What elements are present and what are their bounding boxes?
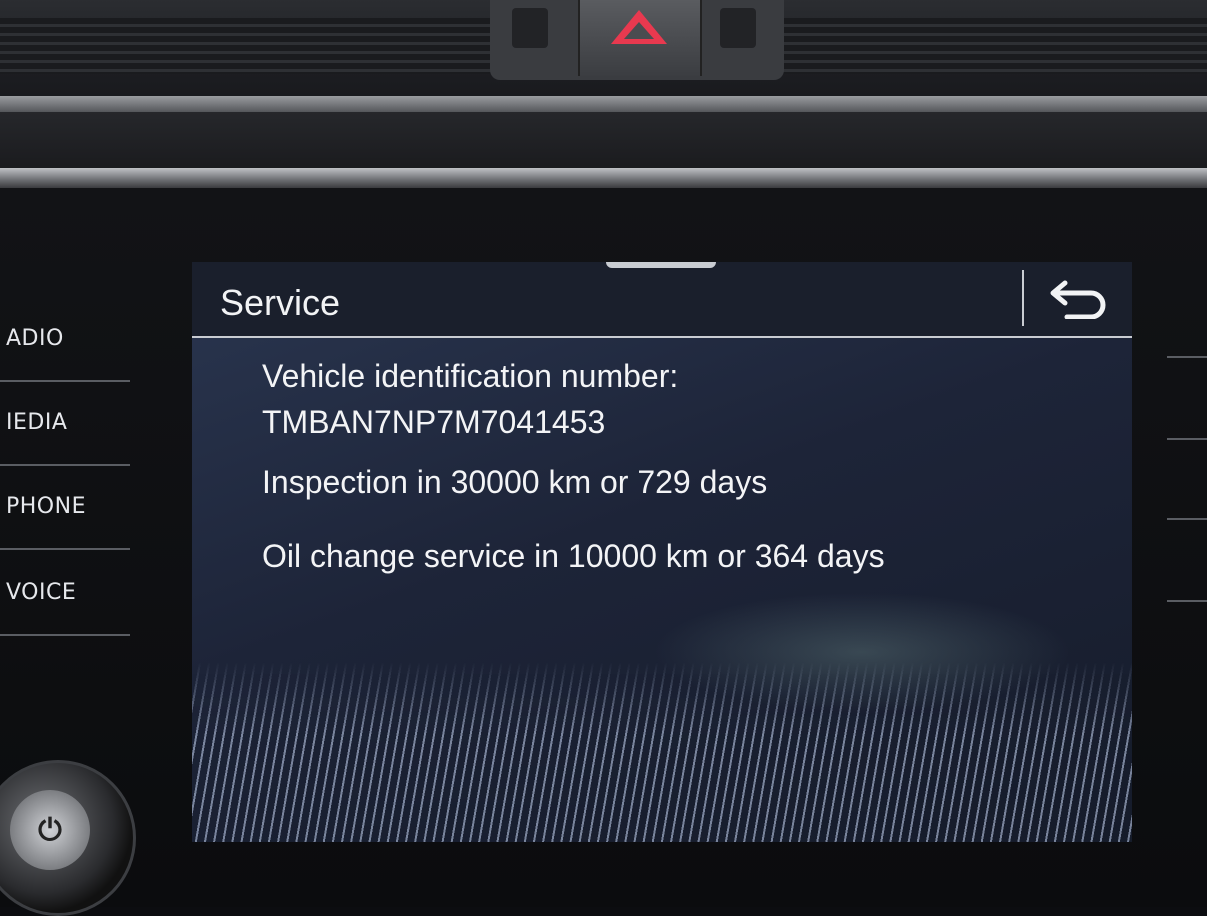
- page-title: Service: [220, 282, 341, 323]
- trim-strip: [0, 96, 1207, 112]
- vin-value: TMBAN7NP7M7041453: [262, 404, 606, 440]
- vin-label: Vehicle identification number:: [262, 358, 679, 394]
- side-button-label: ADIO: [6, 325, 64, 351]
- inspection-status: Inspection in 30000 km or 729 days: [262, 464, 768, 500]
- background-wave-pattern: [192, 662, 1132, 842]
- side-button-voice[interactable]: VOICE: [0, 550, 130, 636]
- vent-control-right[interactable]: [720, 8, 756, 48]
- pull-down-handle[interactable]: [606, 262, 716, 268]
- side-button-label: PHONE: [6, 493, 86, 519]
- right-side-button[interactable]: [1167, 438, 1207, 440]
- back-button[interactable]: [1026, 266, 1132, 332]
- vent-control-left[interactable]: [512, 8, 548, 48]
- side-button-label: IEDIA: [6, 409, 68, 435]
- header-divider: [1022, 270, 1024, 326]
- dashboard-panel: [0, 112, 1207, 170]
- oil-change-status: Oil change service in 10000 km or 364 da…: [262, 538, 885, 574]
- right-side-button[interactable]: [1167, 356, 1207, 358]
- side-button-label: VOICE: [6, 579, 77, 605]
- power-icon: ⏻: [10, 790, 90, 870]
- side-button-phone[interactable]: PHONE: [0, 464, 130, 550]
- chrome-strip: [0, 168, 1207, 188]
- right-side-button[interactable]: [1167, 600, 1207, 602]
- right-side-button[interactable]: [1167, 518, 1207, 520]
- screen-header: Service: [192, 262, 1132, 338]
- side-button-media[interactable]: IEDIA: [0, 380, 130, 466]
- back-arrow-icon: [1047, 275, 1111, 323]
- hazard-icon-inner: [624, 22, 654, 39]
- side-button-radio[interactable]: ADIO: [0, 296, 130, 382]
- infotainment-screen: Service Vehicle identification number: T…: [192, 262, 1132, 842]
